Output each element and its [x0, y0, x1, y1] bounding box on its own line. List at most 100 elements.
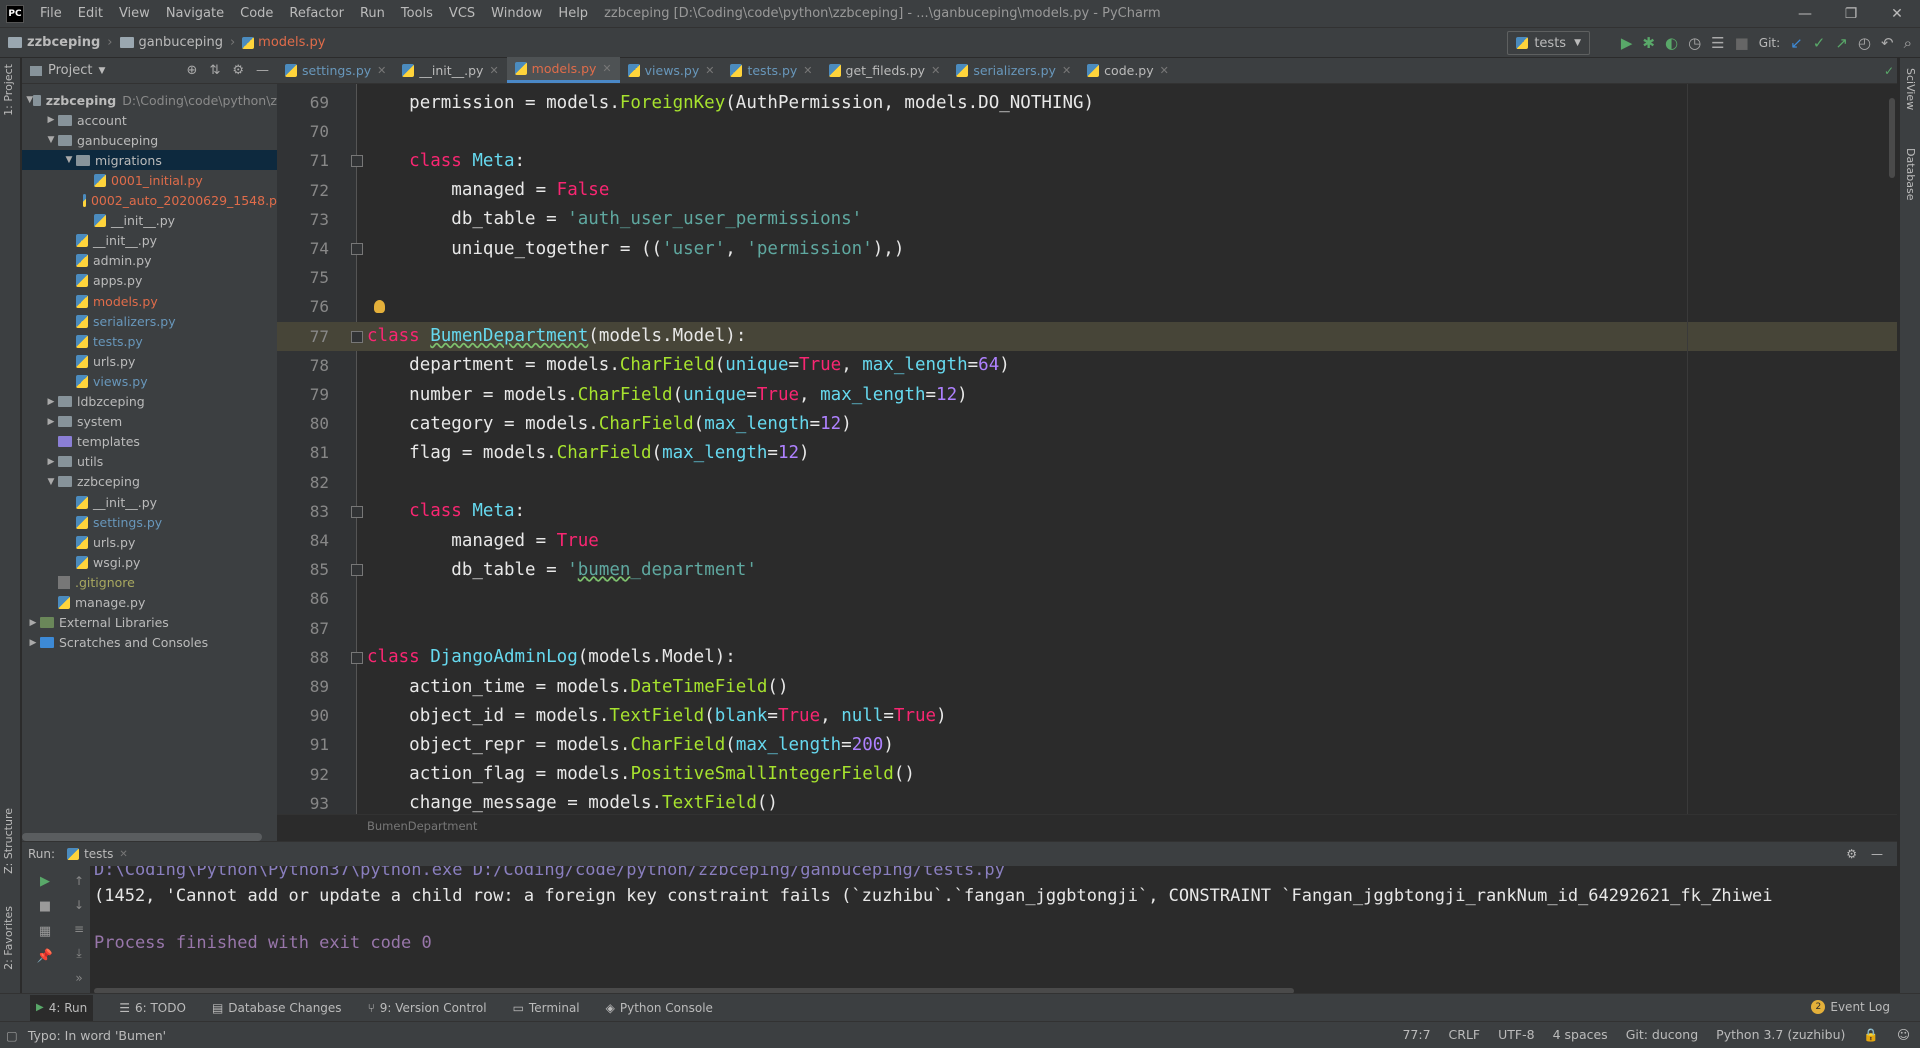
- tree-node[interactable]: urls.py: [22, 532, 277, 552]
- debug-icon[interactable]: ✱: [1642, 34, 1655, 52]
- database-tool-tab[interactable]: Database: [1904, 148, 1917, 201]
- menu-item-tools[interactable]: Tools: [393, 6, 441, 21]
- indent-setting[interactable]: 4 spaces: [1553, 1027, 1608, 1043]
- coverage-icon[interactable]: ◐: [1665, 34, 1678, 52]
- code-line[interactable]: 83 class Meta:: [277, 497, 1897, 526]
- menu-item-view[interactable]: View: [111, 6, 158, 21]
- tree-node[interactable]: ▶ Scratches and Consoles: [22, 633, 277, 653]
- close-icon[interactable]: ✕: [705, 64, 714, 77]
- horizontal-scrollbar[interactable]: [22, 833, 262, 841]
- menu-item-navigate[interactable]: Navigate: [158, 6, 232, 21]
- database-changes-tool-tab[interactable]: ▤ Database Changes: [212, 1001, 342, 1015]
- intention-bulb-icon[interactable]: [374, 300, 385, 314]
- code-line[interactable]: 86: [277, 584, 1897, 613]
- tree-node[interactable]: ▶ utils: [22, 452, 277, 472]
- menu-item-vcs[interactable]: VCS: [441, 6, 483, 21]
- menu-item-help[interactable]: Help: [550, 6, 596, 21]
- tree-node[interactable]: ▼ zzbceping: [22, 472, 277, 492]
- git-push-icon[interactable]: ↗: [1835, 34, 1848, 52]
- code-line[interactable]: 76: [277, 292, 1897, 321]
- tree-node[interactable]: .gitignore: [22, 572, 277, 592]
- code-area[interactable]: 69 permission = models.ForeignKey(AuthPe…: [277, 84, 1897, 814]
- locate-icon[interactable]: ⊕: [187, 63, 198, 78]
- code-line[interactable]: 70: [277, 117, 1897, 146]
- hide-icon[interactable]: —: [256, 63, 269, 78]
- code-line[interactable]: 77 class BumenDepartment(models.Model):: [277, 321, 1897, 351]
- gear-icon[interactable]: ⚙: [1846, 847, 1857, 861]
- minimize-icon[interactable]: —: [1782, 0, 1828, 28]
- close-icon[interactable]: ✕: [803, 64, 812, 77]
- tree-node[interactable]: wsgi.py: [22, 552, 277, 572]
- tree-node[interactable]: __init__.py: [22, 492, 277, 512]
- git-commit-icon[interactable]: ✓: [1813, 34, 1826, 52]
- close-icon[interactable]: ✕: [1062, 64, 1071, 77]
- editor-breadcrumb[interactable]: BumenDepartment: [277, 814, 1897, 836]
- pin-icon[interactable]: 📌: [37, 949, 53, 964]
- search-icon[interactable]: ⌕: [1904, 34, 1912, 52]
- fold-marker-icon[interactable]: [351, 330, 363, 343]
- code-line[interactable]: 88 class DjangoAdminLog(models.Model):: [277, 643, 1897, 672]
- tree-node[interactable]: views.py: [22, 371, 277, 391]
- code-line[interactable]: 72 managed = False: [277, 176, 1897, 205]
- code-line[interactable]: 85 db_table = 'bumen_department': [277, 555, 1897, 584]
- editor-tab[interactable]: serializers.py ✕: [948, 57, 1079, 83]
- breadcrumb-package[interactable]: ganbuceping: [139, 35, 223, 50]
- up-arrow-icon[interactable]: ↑: [74, 874, 84, 888]
- run-tool-tab[interactable]: ▶ 4: Run: [30, 994, 94, 1021]
- editor-tab[interactable]: views.py ✕: [620, 57, 723, 83]
- fold-marker-icon[interactable]: [351, 564, 363, 577]
- inspector-icon[interactable]: ☺: [1897, 1027, 1910, 1043]
- collapsed-arrow-icon[interactable]: ▶: [44, 457, 58, 467]
- down-arrow-icon[interactable]: ↓: [74, 898, 84, 912]
- terminal-tool-tab[interactable]: ▭ Terminal: [513, 1001, 580, 1015]
- breadcrumb-file[interactable]: models.py: [258, 35, 325, 50]
- code-line[interactable]: 91 object_repr = models.CharField(max_le…: [277, 730, 1897, 759]
- code-line[interactable]: 92 action_flag = models.PositiveSmallInt…: [277, 760, 1897, 789]
- editor-tab[interactable]: settings.py ✕: [277, 57, 394, 83]
- code-line[interactable]: 82: [277, 468, 1897, 497]
- collapsed-arrow-icon[interactable]: ▶: [44, 417, 58, 427]
- tree-node[interactable]: ▶ External Libraries: [22, 613, 277, 633]
- tree-node[interactable]: __init__.py: [22, 231, 277, 251]
- file-encoding[interactable]: UTF-8: [1498, 1027, 1534, 1043]
- collapse-icon[interactable]: ⇅: [209, 63, 220, 78]
- code-line[interactable]: 74 unique_together = (('user', 'permissi…: [277, 234, 1897, 263]
- expanded-arrow-icon[interactable]: ▼: [44, 135, 58, 145]
- menu-item-refactor[interactable]: Refactor: [281, 6, 352, 21]
- tree-node[interactable]: ▼ migrations: [22, 150, 277, 171]
- line-separator[interactable]: CRLF: [1449, 1027, 1481, 1043]
- git-branch[interactable]: Git: ducong: [1626, 1027, 1698, 1043]
- collapsed-arrow-icon[interactable]: ▶: [26, 618, 40, 628]
- tree-node[interactable]: __init__.py: [22, 211, 277, 231]
- code-line[interactable]: 87: [277, 614, 1897, 643]
- editor-tab[interactable]: tests.py ✕: [722, 57, 820, 83]
- stop-icon[interactable]: ■: [39, 899, 51, 914]
- editor-tab[interactable]: code.py ✕: [1079, 57, 1177, 83]
- code-line[interactable]: 90 object_id = models.TextField(blank=Tr…: [277, 701, 1897, 730]
- close-icon[interactable]: ✕: [119, 849, 127, 860]
- code-line[interactable]: 81 flag = models.CharField(max_length=12…: [277, 438, 1897, 467]
- close-icon[interactable]: ✕: [931, 64, 940, 77]
- tree-node[interactable]: ▶ account: [22, 110, 277, 130]
- code-line[interactable]: 89 action_time = models.DateTimeField(): [277, 672, 1897, 701]
- menu-item-window[interactable]: Window: [483, 6, 550, 21]
- code-line[interactable]: 75: [277, 263, 1897, 292]
- tool-window-toggle-icon[interactable]: ▢: [6, 1028, 18, 1043]
- menu-item-edit[interactable]: Edit: [70, 6, 111, 21]
- editor-tab[interactable]: get_fileds.py ✕: [821, 57, 949, 83]
- inspection-ok-icon[interactable]: ✓: [1884, 64, 1894, 78]
- fold-marker-icon[interactable]: [351, 651, 363, 664]
- close-icon[interactable]: ✕: [1874, 0, 1920, 28]
- git-update-icon[interactable]: ↙: [1790, 34, 1803, 52]
- collapsed-arrow-icon[interactable]: ▶: [44, 397, 58, 407]
- chevron-down-icon[interactable]: ▼: [98, 66, 105, 76]
- caret-position[interactable]: 77:7: [1402, 1027, 1430, 1043]
- tree-node[interactable]: ▶ ldbzceping: [22, 392, 277, 412]
- collapsed-arrow-icon[interactable]: ▶: [26, 638, 40, 648]
- hide-icon[interactable]: —: [1871, 847, 1883, 861]
- favorites-tool-tab[interactable]: 2: Favorites: [2, 906, 15, 970]
- concurrency-icon[interactable]: ☰: [1711, 34, 1724, 52]
- fold-marker-icon[interactable]: [351, 243, 363, 255]
- event-log-button[interactable]: 2 Event Log: [1811, 1000, 1890, 1014]
- fold-marker-icon[interactable]: [351, 505, 363, 518]
